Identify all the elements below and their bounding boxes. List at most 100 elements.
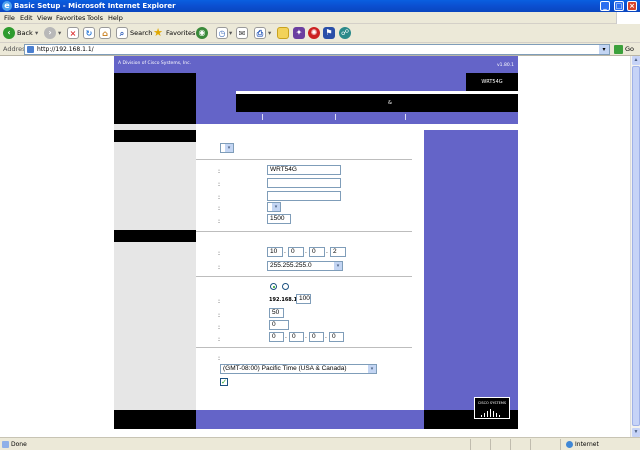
flag-icon[interactable]: ⚑ [323, 27, 335, 39]
mtu-size-input[interactable]: 1500 [267, 214, 291, 224]
close-button[interactable]: × [627, 1, 637, 11]
cisco-logo-text: CISCO SYSTEMS [477, 401, 507, 405]
footer-button-bar [196, 410, 424, 429]
favorites-star-icon[interactable]: ★ [152, 27, 164, 39]
page-viewport: A Division of Cisco Systems, Inc. v1.80.… [0, 56, 630, 437]
refresh-icon[interactable]: ↻ [83, 27, 95, 39]
internet-zone-icon [566, 441, 573, 448]
router-name-input[interactable]: WRT54G [267, 165, 341, 175]
maximize-button[interactable]: □ [614, 1, 624, 11]
go-button[interactable]: Go [625, 45, 634, 54]
menu-file[interactable]: File [4, 14, 15, 22]
sub-tab-divider [405, 114, 406, 120]
go-arrow-icon[interactable] [614, 45, 623, 54]
print-icon[interactable]: ⎙ [254, 27, 266, 39]
static-dns-octet-2[interactable]: 0 [289, 332, 304, 342]
domain-name-input[interactable] [267, 191, 341, 201]
section-header-network-setup [114, 230, 196, 242]
sub-tab-bar [236, 112, 518, 124]
page-icon [27, 46, 34, 53]
search-icon[interactable]: ⌕ [116, 27, 128, 39]
menu-help[interactable]: Help [108, 14, 123, 22]
window-title: Basic Setup - Microsoft Internet Explore… [14, 2, 176, 10]
chevron-down-icon: ▾ [334, 262, 342, 270]
search-button[interactable]: Search [130, 26, 152, 41]
host-name-input[interactable] [267, 178, 341, 188]
forward-dropdown-icon[interactable]: ▾ [58, 26, 61, 41]
cisco-systems-logo: CISCO SYSTEMS [474, 397, 510, 419]
menu-view[interactable]: View [37, 14, 52, 22]
time-zone-select[interactable]: (GMT-08:00) Pacific Time (USA & Canada) … [220, 364, 377, 374]
router-model-label: WRT54G [466, 73, 518, 91]
router-setup-page: A Division of Cisco Systems, Inc. v1.80.… [114, 56, 518, 429]
auto-dst-checkbox[interactable]: ✓ [220, 378, 228, 386]
client-lease-time-input[interactable]: 0 [269, 320, 289, 330]
divider [196, 159, 412, 160]
back-button[interactable]: Back [17, 26, 33, 41]
mail-icon[interactable]: ✉ [236, 27, 248, 39]
menu-edit[interactable]: Edit [20, 14, 33, 22]
static-dns-octet-3[interactable]: 0 [309, 332, 324, 342]
division-text: A Division of Cisco Systems, Inc. [118, 61, 191, 66]
history-dropdown-icon[interactable]: ▾ [229, 26, 232, 41]
minimize-button[interactable]: _ [600, 1, 610, 11]
firmware-version: v1.80.1 [497, 63, 514, 68]
tab-bar-glyph: & [388, 100, 392, 106]
forward-arrow-icon[interactable]: › [44, 27, 56, 39]
section-label-column [114, 124, 196, 429]
brand-band: A Division of Cisco Systems, Inc. v1.80.… [114, 56, 518, 73]
toolbar-addon-icon[interactable]: ✺ [308, 27, 320, 39]
local-ip-octet-1[interactable]: 10 [267, 247, 283, 257]
dhcp-enable-radio[interactable] [270, 283, 277, 290]
dhcp-disable-radio[interactable] [282, 283, 289, 290]
header-purple-block [196, 91, 236, 124]
menu-bar: File Edit View Favorites Tools Help [0, 12, 640, 24]
divider [196, 231, 412, 232]
back-arrow-icon[interactable]: ‹ [3, 27, 15, 39]
stop-icon[interactable]: × [67, 27, 79, 39]
internet-explorer-icon: e [2, 1, 12, 11]
header-left-block [114, 73, 196, 124]
windows-logo-icon [616, 12, 640, 24]
connection-type-select[interactable]: ▾ [220, 143, 234, 153]
scroll-up-icon[interactable]: ▲ [632, 56, 640, 65]
folder-icon[interactable] [277, 27, 289, 39]
local-ip-octet-2[interactable]: 0 [288, 247, 304, 257]
address-input[interactable]: http://192.168.1.1/ ▾ [24, 44, 610, 55]
static-dns-octet-1[interactable]: 0 [269, 332, 284, 342]
toolbar: ‹ Back ▾ › ▾ × ↻ ⌂ ⌕ Search ★ Favorites … [0, 24, 640, 43]
window-title-bar[interactable]: e Basic Setup - Microsoft Internet Explo… [0, 0, 640, 12]
chevron-down-icon: ▾ [225, 144, 233, 152]
address-url: http://192.168.1.1/ [37, 46, 94, 53]
sub-tab-divider [262, 114, 263, 120]
menu-favorites[interactable]: Favorites [56, 14, 85, 22]
home-icon[interactable]: ⌂ [99, 27, 111, 39]
scroll-down-icon[interactable]: ▼ [632, 428, 640, 437]
media-icon[interactable]: ◉ [196, 27, 208, 39]
status-text: Done [11, 441, 27, 448]
dhcp-start-address-input[interactable]: 100 [296, 294, 311, 304]
print-dropdown-icon[interactable]: ▾ [268, 26, 271, 41]
footer-left-block [114, 410, 196, 429]
settings-form: ▾ : WRT54G : : : ▾ : 1500 : 10 . 0 . 0 .… [196, 124, 424, 410]
max-dhcp-users-input[interactable]: 50 [269, 308, 284, 318]
messenger-icon[interactable]: ✦ [293, 27, 305, 39]
mtu-select[interactable]: ▾ [267, 202, 281, 212]
back-dropdown-icon[interactable]: ▾ [35, 26, 38, 41]
page-status-icon [2, 441, 9, 448]
static-dns-octet-4[interactable]: 0 [329, 332, 344, 342]
section-header-internet-setup [114, 130, 196, 142]
favorites-button[interactable]: Favorites [166, 26, 195, 41]
history-icon[interactable]: ◷ [216, 27, 228, 39]
address-dropdown-icon[interactable]: ▾ [599, 45, 609, 54]
discuss-icon[interactable]: ☍ [339, 27, 351, 39]
local-ip-octet-4[interactable]: 2 [330, 247, 346, 257]
scrollbar-thumb[interactable] [632, 66, 640, 426]
divider [196, 276, 412, 277]
help-column-gap [424, 124, 518, 130]
vertical-scrollbar[interactable]: ▲ ▼ [630, 56, 640, 437]
divider [196, 347, 412, 348]
menu-tools[interactable]: Tools [87, 14, 103, 22]
local-ip-octet-3[interactable]: 0 [309, 247, 325, 257]
subnet-mask-select[interactable]: 255.255.255.0 ▾ [267, 261, 343, 271]
